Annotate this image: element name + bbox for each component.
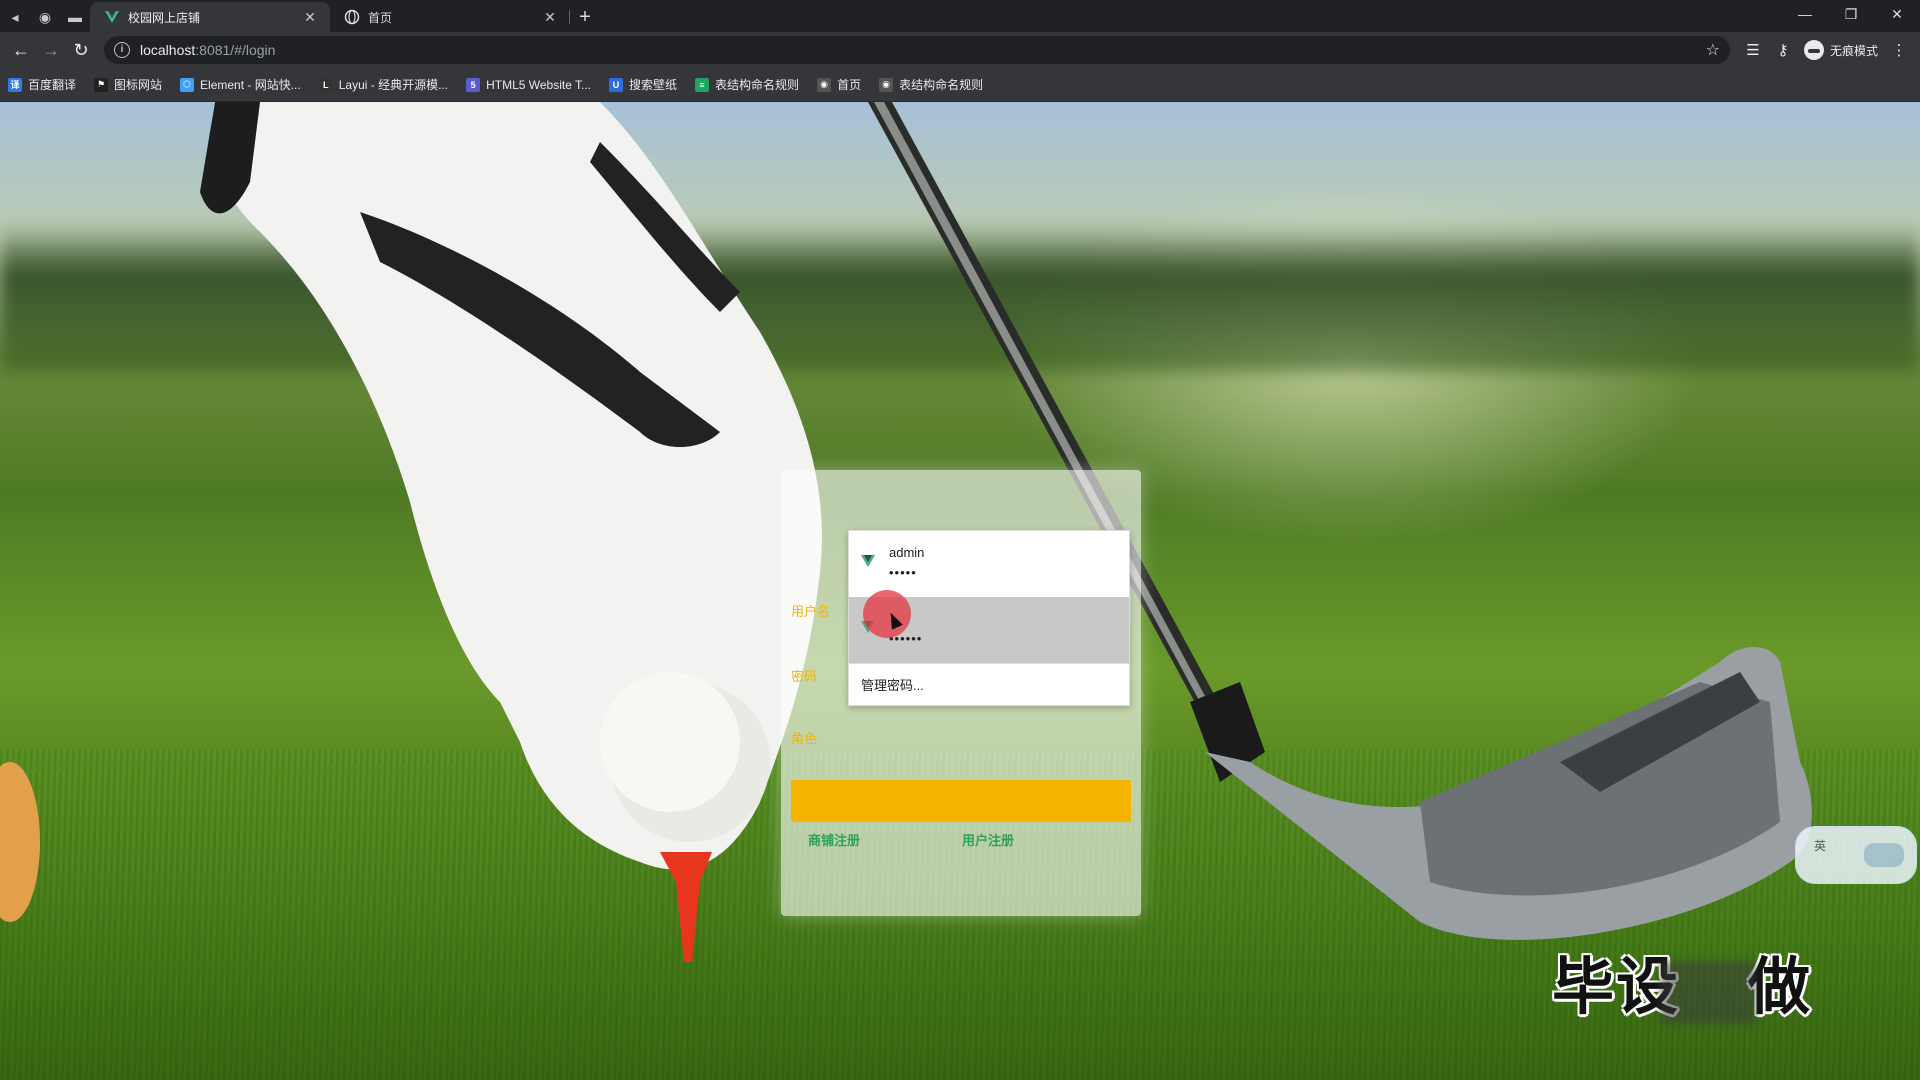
bookmark-label: 首页 [837,78,862,92]
tab-search-icon[interactable]: ◂ [0,2,30,32]
tab-strip: ◂ ◉ ▬ 校园网上店铺 ✕ 首页 ✕ + — ❐ ✕ [0,0,1920,32]
user-register-link[interactable]: 用户注册 [962,830,1014,849]
tab-login[interactable]: 校园网上店铺 ✕ [90,2,330,32]
bookmark-item[interactable]: ⚑ 图标网站 [94,76,162,93]
new-tab-button[interactable]: + [570,2,600,32]
url-host: localhost [140,42,196,58]
bookmark-item[interactable]: L Layui - 经典开源模... [318,76,449,93]
role-label: 角色 [791,731,818,746]
bookmark-item[interactable]: 5 HTML5 Website T... [466,77,592,92]
bookmark-item[interactable]: ◉ 首页 [817,76,861,93]
autofill-password: ••••• [889,565,917,580]
menu-icon[interactable]: ⋮ [1884,35,1914,65]
ime-widget[interactable]: 英 [1795,826,1917,884]
password-label: 密码 [791,669,818,684]
ime-language-label: 英 [1814,839,1827,853]
watermark-blur [1660,960,1757,1023]
tab-title: 首页 [368,10,393,25]
browser-toolbar: ← → ↻ i localhost :8081/#/login ☆ ☰ ⚷ 无痕… [0,32,1920,68]
bookmark-label: Element - 网站快... [200,78,301,92]
incognito-icon [1803,40,1824,60]
globe-icon: ◉ [817,77,832,92]
info-icon[interactable]: i [114,42,130,58]
window-icon[interactable]: ▬ [60,2,90,32]
tab-close-icon[interactable]: ✕ [302,9,318,25]
vue-logo-icon [861,555,875,567]
bookmark-label: 百度翻译 [28,78,77,92]
manage-passwords-link[interactable]: 管理密码... [861,675,924,694]
reload-icon[interactable]: ↻ [66,35,96,65]
reading-list-icon[interactable]: ☰ [1738,35,1768,65]
globe-icon: ◉ [38,8,52,25]
login-button[interactable] [791,780,1131,822]
incognito-indicator[interactable]: 无痕模式 [1803,40,1878,60]
url-path: :8081/#/login [195,42,276,58]
html5-icon: 5 [466,77,481,92]
page-viewport: 校园网上店铺 用户名 密码 角色 商铺注册 用户注册 admin ••••• •… [0,102,1920,1080]
doc-icon: ≡ [695,77,710,92]
close-window-icon[interactable]: ✕ [1874,0,1920,28]
bookmark-label: HTML5 Website T... [486,77,592,92]
bookmark-star-icon[interactable]: ☆ [1706,40,1720,60]
globe-icon [344,9,360,25]
bookmark-item[interactable]: ⬡ Element - 网站快... [180,76,301,93]
incognito-label: 无痕模式 [1829,43,1878,58]
bookmark-label: Layui - 经典开源模... [338,78,449,92]
bookmark-label: 搜索壁纸 [629,78,678,92]
minimize-icon[interactable]: — [1782,0,1828,28]
autofill-divider [849,663,1129,664]
bookmarks-bar: 译百度翻译 ⚑ 图标网站 ⬡ Element - 网站快... L Layui - 经典开源… [0,68,1920,102]
autofill-username: admin [889,545,925,560]
autofill-item[interactable]: admin ••••• [849,531,1129,597]
element-icon: ⬡ [180,77,195,92]
bookmark-item[interactable]: ≡ 表结构命名规则 [695,76,799,93]
watermark: 毕设做 [1552,936,1812,1026]
watermark-text-end: 做 [1748,953,1813,1022]
back-icon[interactable]: ← [6,35,36,65]
ime-icon [1864,843,1904,867]
wallpaper-icon: U [609,77,624,92]
layui-icon: L [318,77,333,92]
bookmark-label: 图标网站 [114,78,163,92]
bookmark-item[interactable]: U 搜索壁纸 [609,76,677,93]
bookmark-item[interactable]: 译百度翻译 [8,76,76,93]
globe-icon: ◉ [879,77,894,92]
bookmark-item[interactable]: ◉ 表结构命名规则 [879,76,983,93]
window-controls: — ❐ ✕ [1782,0,1920,30]
vue-logo-icon [105,11,119,23]
address-bar[interactable]: i localhost :8081/#/login ☆ [104,36,1730,64]
flag-icon: ⚑ [94,77,109,92]
username-label: 用户名 [791,604,831,619]
bookmark-label: 表结构命名规则 [715,78,800,92]
translate-icon: 译 [8,77,22,92]
shop-register-link[interactable]: 商铺注册 [808,830,860,849]
tab-close-icon[interactable]: ✕ [542,9,558,25]
bookmark-label: 表结构命名规则 [899,78,984,92]
tab-title: 校园网上店铺 [128,10,201,25]
forward-icon[interactable]: → [36,35,66,65]
tab-home[interactable]: 首页 ✕ [330,2,570,32]
key-icon[interactable]: ⚷ [1768,35,1798,65]
restore-icon[interactable]: ❐ [1828,0,1874,28]
